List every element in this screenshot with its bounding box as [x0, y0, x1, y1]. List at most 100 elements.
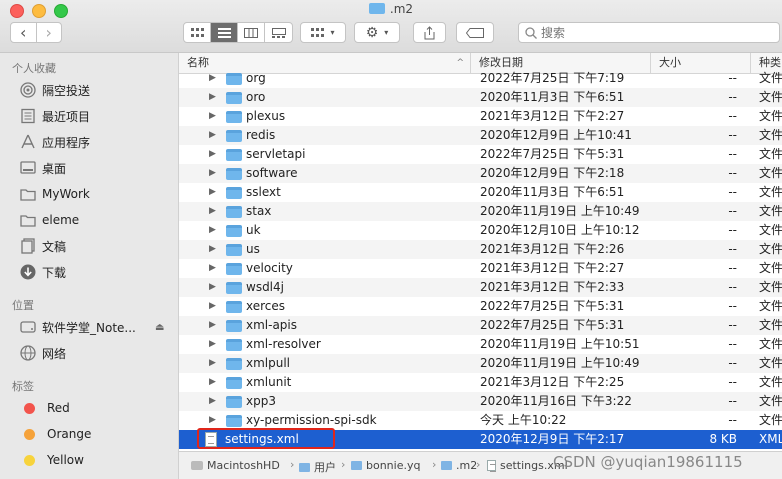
table-row[interactable]: ▶ redis 2020年12月9日 上午10:41 -- 文件	[179, 126, 782, 145]
tag-yellow-dot-icon	[24, 454, 35, 466]
search-field[interactable]	[518, 22, 780, 43]
disclosure-triangle-icon[interactable]: ▶	[209, 145, 216, 164]
sidebar-item-label: Yellow	[47, 453, 84, 467]
sidebar-tag-red[interactable]: Red	[20, 397, 70, 419]
table-row[interactable]: ▶ velocity 2021年3月12日 下午2:27 -- 文件	[179, 259, 782, 278]
share-button[interactable]	[413, 22, 446, 43]
disclosure-triangle-icon[interactable]: ▶	[209, 107, 216, 126]
folder-icon	[226, 358, 242, 370]
tag-red-dot-icon	[24, 402, 35, 414]
table-row[interactable]: ▶ software 2020年12月9日 下午2:18 -- 文件	[179, 164, 782, 183]
disclosure-triangle-icon[interactable]: ▶	[209, 126, 216, 145]
toolbar: .m2 ‹ › ▾ ⚙ ▾	[0, 0, 782, 53]
folder-icon	[226, 73, 242, 85]
folder-icon	[226, 168, 242, 180]
sidebar-tag-orange[interactable]: Orange	[20, 423, 91, 445]
path-item-disk[interactable]: MacintoshHD	[191, 459, 280, 472]
disclosure-triangle-icon[interactable]: ▶	[209, 164, 216, 183]
table-row[interactable]: ▶ uk 2020年12月10日 上午10:12 -- 文件	[179, 221, 782, 240]
sidebar-item-recents[interactable]: 最近项目	[20, 105, 90, 127]
tag-orange-dot-icon	[24, 428, 35, 440]
table-row[interactable]: ▶ sslext 2020年11月3日 下午6:51 -- 文件	[179, 183, 782, 202]
path-separator-icon: ›	[290, 458, 295, 471]
table-row[interactable]: ▶ stax 2020年11月19日 上午10:49 -- 文件	[179, 202, 782, 221]
back-button[interactable]: ‹	[11, 23, 37, 42]
columns-icon	[244, 27, 258, 38]
folder-icon	[226, 339, 242, 351]
forward-button[interactable]: ›	[37, 23, 62, 42]
airdrop-icon	[20, 82, 36, 98]
folder-icon	[226, 282, 242, 294]
sidebar-item-drive[interactable]: 软件学堂_Note...	[20, 316, 136, 338]
table-row[interactable]: ▶ plexus 2021年3月12日 下午2:27 -- 文件	[179, 107, 782, 126]
table-row-selected[interactable]: settings.xml 2020年12月9日 下午2:17 8 KB XML	[179, 428, 782, 449]
sidebar-item-network[interactable]: 网络	[20, 342, 66, 364]
folder-icon	[226, 206, 242, 218]
sidebar-item-downloads[interactable]: 下载	[20, 261, 66, 283]
table-row[interactable]: ▶ xmlpull 2020年11月19日 上午10:49 -- 文件	[179, 354, 782, 373]
disclosure-triangle-icon[interactable]: ▶	[209, 316, 216, 335]
share-icon	[424, 25, 435, 39]
folder-icon	[226, 377, 242, 389]
table-row[interactable]: ▶ org 2022年7月25日 下午7:19 -- 文件	[179, 69, 782, 88]
table-row[interactable]: ▶ xml-resolver 2020年11月19日 上午10:51 -- 文件	[179, 335, 782, 354]
icon-view-button[interactable]	[184, 23, 211, 42]
eject-icon[interactable]: ⏏	[155, 322, 164, 333]
disclosure-triangle-icon[interactable]: ▶	[209, 88, 216, 107]
disclosure-triangle-icon[interactable]: ▶	[209, 259, 216, 278]
drive-icon	[20, 319, 36, 335]
sidebar-item-label: Orange	[47, 427, 92, 441]
disclosure-triangle-icon[interactable]: ▶	[209, 183, 216, 202]
sidebar-item-label: MyWork	[42, 187, 90, 201]
action-button[interactable]: ⚙ ▾	[354, 22, 400, 43]
column-view-button[interactable]	[238, 23, 265, 42]
disclosure-triangle-icon[interactable]: ▶	[209, 373, 216, 392]
disclosure-triangle-icon[interactable]: ▶	[209, 240, 216, 259]
drive-icon	[191, 461, 203, 470]
disclosure-triangle-icon[interactable]: ▶	[209, 69, 216, 88]
recents-icon	[20, 108, 36, 124]
grid-icon	[190, 27, 204, 37]
folder-icon	[299, 462, 310, 472]
table-row[interactable]: ▶ servletapi 2022年7月25日 下午5:31 -- 文件	[179, 145, 782, 164]
path-item-user[interactable]: bonnie.yq	[351, 459, 420, 472]
disclosure-triangle-icon[interactable]: ▶	[209, 278, 216, 297]
disclosure-triangle-icon[interactable]: ▶	[209, 202, 216, 221]
folder-icon	[226, 301, 242, 313]
sidebar-item-label: 应用程序	[42, 135, 91, 150]
red-highlight-box	[197, 428, 335, 449]
group-by-button[interactable]: ▾	[300, 22, 346, 43]
disclosure-triangle-icon[interactable]: ▶	[209, 335, 216, 354]
sidebar-tag-yellow[interactable]: Yellow	[20, 449, 84, 471]
tags-button[interactable]	[456, 22, 494, 43]
view-mode-switch	[183, 22, 293, 43]
sidebar-item-label: 下载	[42, 265, 67, 280]
table-row[interactable]: ▶ xmlunit 2021年3月12日 下午2:25 -- 文件	[179, 373, 782, 392]
table-row[interactable]: ▶ oro 2020年11月3日 下午6:51 -- 文件	[179, 88, 782, 107]
path-item-users[interactable]: 用户	[299, 459, 336, 475]
table-row[interactable]: ▶ xpp3 2020年11月16日 下午3:22 -- 文件	[179, 392, 782, 411]
table-row[interactable]: ▶ us 2021年3月12日 下午2:26 -- 文件	[179, 240, 782, 259]
disclosure-triangle-icon[interactable]: ▶	[209, 221, 216, 240]
search-input[interactable]	[541, 25, 761, 40]
sidebar-item-applications[interactable]: 应用程序	[20, 131, 90, 153]
sidebar-item-label: 文稿	[42, 239, 67, 254]
list-view-button[interactable]	[211, 23, 238, 42]
disclosure-triangle-icon[interactable]: ▶	[209, 392, 216, 411]
sidebar-item-documents[interactable]: 文稿	[20, 235, 66, 257]
sidebar-item-desktop[interactable]: 桌面	[20, 157, 66, 179]
sidebar-item-mywork[interactable]: MyWork	[20, 183, 90, 205]
sidebar-item-airdrop[interactable]: 隔空投送	[20, 79, 90, 101]
path-item-m2[interactable]: .m2	[441, 459, 477, 472]
disclosure-triangle-icon[interactable]: ▶	[209, 354, 216, 373]
gallery-view-button[interactable]	[265, 23, 292, 42]
table-row[interactable]: ▶ wsdl4j 2021年3月12日 下午2:33 -- 文件	[179, 278, 782, 297]
folder-icon	[226, 111, 242, 123]
sidebar-item-eleme[interactable]: eleme	[20, 209, 79, 231]
table-row[interactable]: ▶ xerces 2022年7月25日 下午5:31 -- 文件	[179, 297, 782, 316]
watermark: CSDN @yuqian19861115	[553, 453, 743, 471]
desktop-icon	[20, 160, 36, 176]
path-separator-icon: ›	[476, 458, 481, 471]
table-row[interactable]: ▶ xml-apis 2022年7月25日 下午5:31 -- 文件	[179, 316, 782, 335]
disclosure-triangle-icon[interactable]: ▶	[209, 297, 216, 316]
